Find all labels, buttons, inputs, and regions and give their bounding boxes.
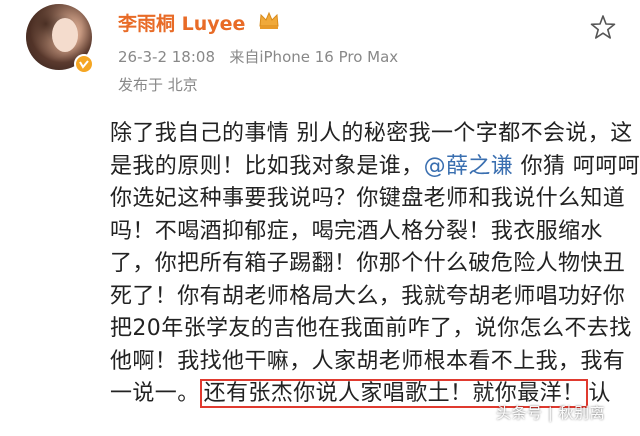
post-timestamp: 26-3-2 18:08 — [118, 48, 215, 66]
verified-badge-icon — [74, 54, 94, 74]
watermark: 头条号 | 秋别离 — [496, 404, 606, 422]
body-line: 你选妃这种事要我说吗？你键盘老师和我说什么知道 — [110, 186, 626, 211]
crown-icon — [259, 11, 279, 29]
post-header: 李雨桐 Luyee 26-3-2 18:08 来自iPhone 16 Pro M… — [0, 0, 640, 100]
body-line: 除了我自己的事情 别人的秘密我一个字都不会说，这 — [110, 121, 633, 146]
body-text: 你猜 呵呵呵 — [513, 153, 640, 179]
star-icon[interactable] — [590, 14, 616, 40]
body-text: 是我的原则！比如我对象是谁， — [110, 153, 424, 179]
body-line: 吗！不喝酒抑郁症，喝完酒人格分裂！我衣服缩水 — [110, 218, 603, 244]
mention-link[interactable]: @薛之谦 — [424, 154, 514, 179]
body-line: 是我的原则！比如我对象是谁，@薛之谦 你猜 呵呵呵 — [110, 151, 640, 184]
body-line: 他啊！我找他干嘛，人家胡老师根本看不上我，我有 — [110, 348, 626, 374]
body-line: 把20年张学友的吉他在我面前咋了，说你怎么不去找 — [110, 316, 632, 341]
post-source: 来自iPhone 16 Pro Max — [229, 48, 399, 66]
body-line: 了，你把所有箱子踢翻！你那个什么破危险人物快丑 — [110, 251, 626, 276]
body-text: 一说一。 — [110, 381, 200, 406]
avatar-face — [52, 18, 78, 52]
body-line: 死了！你有胡老师格局大么，我就夸胡老师唱功好你 — [110, 283, 626, 309]
post-meta: 26-3-2 18:08 来自iPhone 16 Pro Max — [118, 46, 398, 67]
post-body: 除了我自己的事情 别人的秘密我一个字都不会说，这 是我的原则！比如我对象是谁，@… — [110, 118, 640, 411]
post-location: 发布于 北京 — [118, 76, 198, 94]
username[interactable]: 李雨桐 Luyee — [118, 9, 245, 36]
